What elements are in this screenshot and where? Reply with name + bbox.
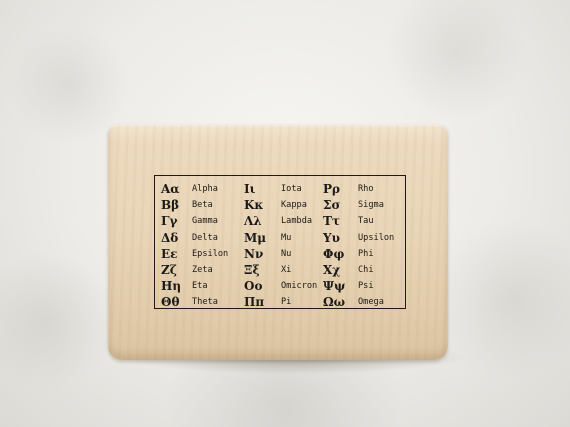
letter-row: Δδ Delta <box>161 230 228 246</box>
greek-letter-glyph: Ζζ <box>161 263 177 278</box>
greek-letter-name: Upsilon <box>358 232 395 243</box>
greek-letter-glyph: Υυ <box>323 230 340 245</box>
greek-letter-glyph: Θθ <box>161 295 180 310</box>
greek-letter-name: Nu <box>281 248 292 259</box>
greek-letter-name: Iota <box>281 184 302 195</box>
greek-letter-glyph: Ψψ <box>323 279 346 294</box>
greek-letter-name: Theta <box>192 297 218 308</box>
greek-letter-name: Delta <box>192 232 218 243</box>
greek-letter-name: Rho <box>358 184 374 195</box>
greek-letter-name: Kappa <box>281 200 307 211</box>
greek-letter-name: Xi <box>281 265 292 276</box>
greek-letter-name: Epsilon <box>192 248 229 259</box>
greek-letter-glyph: Οο <box>244 279 263 294</box>
greek-letter-name: Chi <box>358 265 374 276</box>
greek-letter-glyph: Ββ <box>161 198 180 213</box>
greek-letter-glyph: Ττ <box>323 214 341 229</box>
greek-letter-glyph: Ηη <box>161 279 182 294</box>
greek-letter-glyph: Νν <box>244 246 264 261</box>
letter-row: Ωω Omega <box>323 294 394 310</box>
greek-letter-name: Alpha <box>192 184 218 195</box>
letter-row: Ππ Pi <box>244 294 317 310</box>
greek-letter-name: Phi <box>358 248 374 259</box>
letter-row: Λλ Lambda <box>244 213 317 229</box>
letter-row: Μμ Mu <box>244 230 317 246</box>
letter-row: Ηη Eta <box>161 278 228 294</box>
letter-row: Υυ Upsilon <box>323 230 394 246</box>
letter-row: Σσ Sigma <box>323 197 394 213</box>
greek-letter-name: Tau <box>358 216 374 227</box>
greek-letter-name: Pi <box>281 297 292 308</box>
greek-letter-name: Gamma <box>192 216 218 227</box>
alphabet-column-3: Ρρ Rho Σσ Sigma Ττ Tau Υυ Upsilon Φφ Phi Χχ Ch… <box>323 181 394 311</box>
letter-row: Ζζ Zeta <box>161 262 228 278</box>
greek-letter-glyph: Σσ <box>323 198 341 213</box>
greek-letter-glyph: Ρρ <box>323 182 341 197</box>
letter-row: Ττ Tau <box>323 213 394 229</box>
greek-letter-name: Beta <box>192 200 213 211</box>
greek-letter-glyph: Δδ <box>161 230 179 245</box>
greek-letter-name: Sigma <box>358 200 384 211</box>
letter-row: Θθ Theta <box>161 294 228 310</box>
letter-row: Ξξ Xi <box>244 262 317 278</box>
greek-letter-name: Psi <box>358 281 374 292</box>
letter-row: Ββ Beta <box>161 197 228 213</box>
greek-letter-name: Lambda <box>281 216 313 227</box>
greek-letter-glyph: Ωω <box>323 295 346 310</box>
greek-letter-glyph: Γγ <box>161 214 178 229</box>
letter-row: Αα Alpha <box>161 181 228 197</box>
greek-letter-glyph: Φφ <box>323 246 345 261</box>
greek-letter-glyph: Ππ <box>244 295 265 310</box>
greek-letter-glyph: Ξξ <box>244 263 260 278</box>
letter-row: Νν Nu <box>244 246 317 262</box>
greek-letter-glyph: Αα <box>161 182 180 197</box>
letter-row: Οο Omicron <box>244 278 317 294</box>
letter-row: Χχ Chi <box>323 262 394 278</box>
greek-letter-glyph: Εε <box>161 246 178 261</box>
letter-row: Ιι Iota <box>244 181 317 197</box>
letter-row: Εε Epsilon <box>161 246 228 262</box>
letter-row: Ρρ Rho <box>323 181 394 197</box>
alphabet-column-1: Αα Alpha Ββ Beta Γγ Gamma Δδ Delta Εε Epsilon… <box>161 181 228 311</box>
greek-letter-name: Mu <box>281 232 292 243</box>
greek-letter-name: Eta <box>192 281 208 292</box>
greek-letter-name: Zeta <box>192 265 213 276</box>
greek-letter-name: Omicron <box>281 281 318 292</box>
greek-letter-name: Omega <box>358 297 384 308</box>
greek-letter-glyph: Λλ <box>244 214 262 229</box>
greek-letter-glyph: Χχ <box>323 263 341 278</box>
greek-letter-glyph: Μμ <box>244 230 267 245</box>
greek-letter-glyph: Κκ <box>244 198 264 213</box>
alphabet-column-2: Ιι Iota Κκ Kappa Λλ Lambda Μμ Mu Νν Nu Ξξ Xi Ο… <box>244 181 317 311</box>
letter-row: Ψψ Psi <box>323 278 394 294</box>
greek-letter-glyph: Ιι <box>244 182 256 197</box>
letter-row: Γγ Gamma <box>161 213 228 229</box>
letter-row: Φφ Phi <box>323 246 394 262</box>
letter-row: Κκ Kappa <box>244 197 317 213</box>
